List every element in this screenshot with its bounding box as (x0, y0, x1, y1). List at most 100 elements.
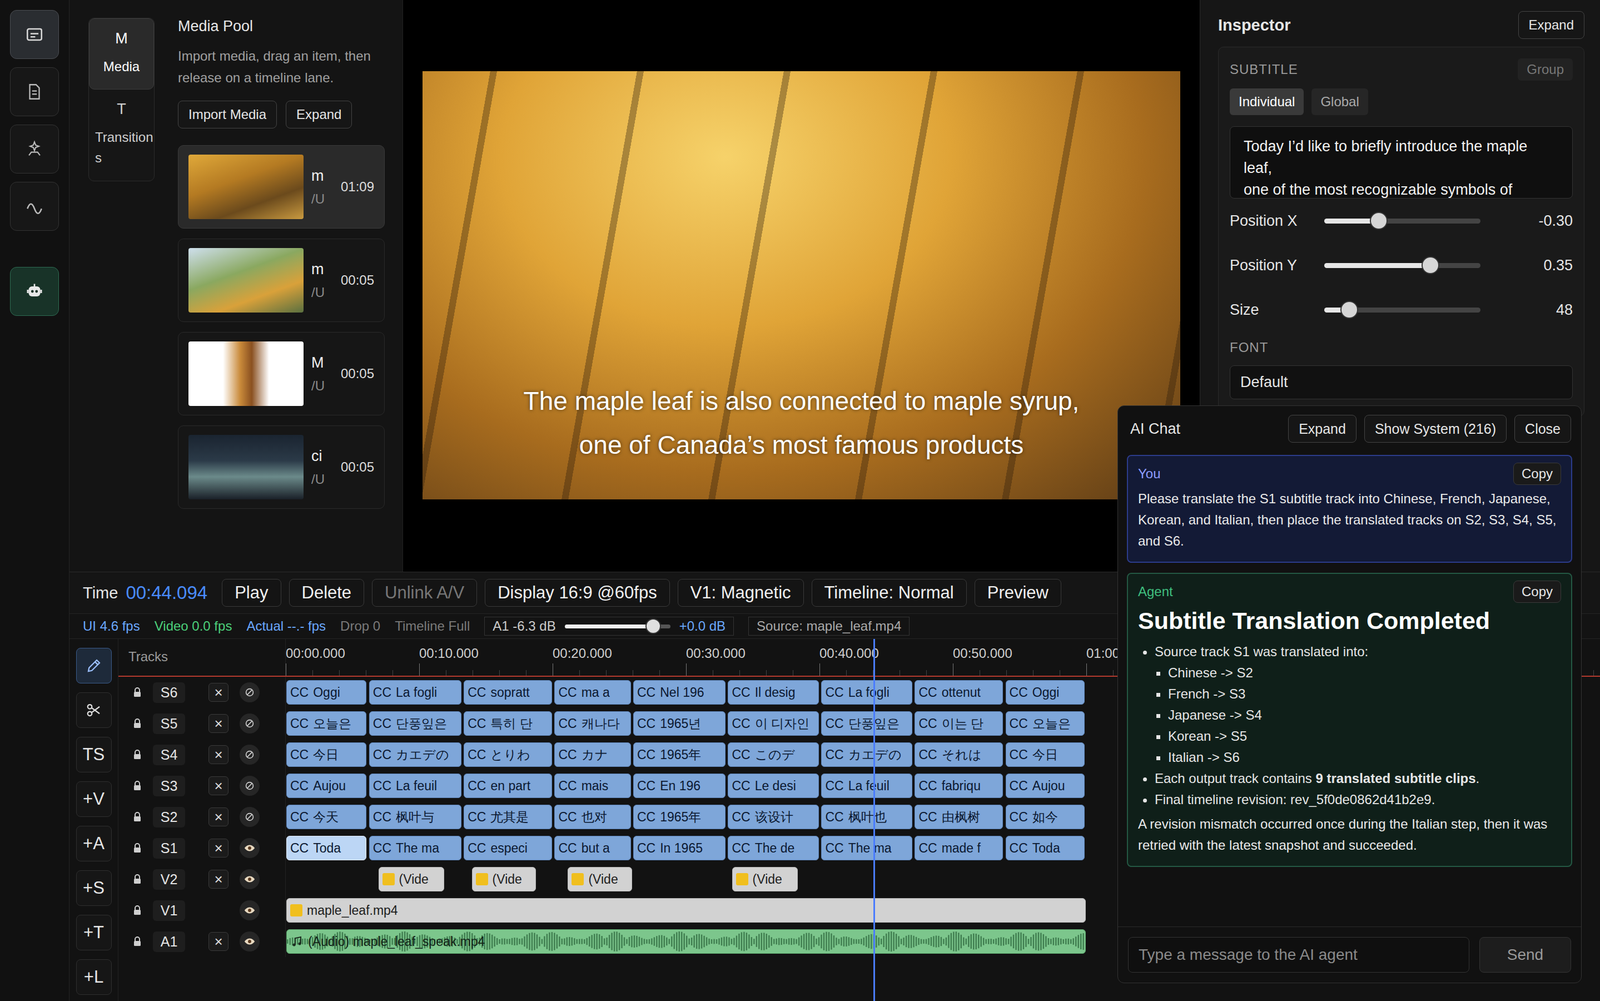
track-name[interactable]: S2 (152, 806, 186, 828)
pencil-tool-button[interactable] (76, 647, 112, 684)
slider[interactable] (1324, 218, 1481, 224)
subtitle-clip[interactable]: CC 단풍잎은 (369, 711, 462, 736)
text-tool-button[interactable]: TS (76, 736, 112, 773)
inspector-expand-button[interactable]: Expand (1518, 11, 1585, 39)
subtitle-clip[interactable]: CC 尤其是 (463, 804, 553, 829)
chat-header-button[interactable]: Show System (216) (1364, 414, 1507, 443)
remove-track-button[interactable]: × (208, 776, 229, 795)
subtitle-clip[interactable]: CC The ma (821, 835, 913, 861)
subtitle-clip[interactable]: CC 이는 단 (914, 711, 1003, 736)
audio-clip[interactable]: (Audio) maple_leaf_speak.mp4 (286, 928, 1086, 954)
visibility-toggle[interactable] (239, 806, 260, 827)
subtitle-clip[interactable]: CC La feuil (369, 773, 462, 798)
subtitle-clip[interactable]: CC Oggi (286, 679, 367, 705)
subtitle-clip[interactable]: CC fabriqu (914, 773, 1003, 798)
remove-track-button[interactable]: × (208, 869, 229, 889)
volume-slider[interactable] (564, 624, 671, 629)
document-rail-button[interactable] (10, 67, 59, 117)
track-name[interactable]: V2 (152, 868, 186, 890)
subtitle-clip[interactable]: CC Oggi (1005, 679, 1085, 705)
visibility-toggle[interactable] (239, 682, 260, 703)
toolbar-button[interactable]: Play (221, 578, 281, 607)
copy-button[interactable]: Copy (1513, 462, 1562, 485)
lock-icon[interactable] (130, 903, 144, 917)
effects-rail-button[interactable] (10, 124, 59, 174)
subtitle-clip[interactable]: CC Nel 196 (633, 679, 726, 705)
subtitle-clip[interactable]: CC 오늘은 (1005, 711, 1085, 736)
subtitle-clip[interactable]: CC 今日 (286, 742, 367, 767)
visibility-toggle[interactable] (239, 868, 260, 889)
text-tool-button[interactable]: +V (76, 781, 112, 817)
curve-rail-button[interactable] (10, 181, 59, 231)
subtitle-clip[interactable]: CC カエデの (369, 742, 462, 767)
subtitle-clip[interactable]: CC 今日 (1005, 742, 1085, 767)
subtitle-clip[interactable]: CC Aujou (1005, 773, 1085, 798)
remove-track-button[interactable]: × (208, 713, 229, 733)
text-tool-button[interactable]: +L (76, 958, 112, 995)
subtitle-clip[interactable]: CC このデ (727, 742, 819, 767)
playhead[interactable] (873, 638, 876, 1001)
visibility-toggle[interactable] (239, 744, 260, 765)
track-name[interactable]: S4 (152, 744, 186, 765)
mode-button[interactable]: Individual (1229, 88, 1304, 116)
media-pool-button[interactable]: Import Media (177, 100, 277, 129)
remove-track-button[interactable]: × (208, 744, 229, 764)
subtitle-clip[interactable]: CC 1965년 (633, 711, 726, 736)
lock-icon[interactable] (130, 685, 144, 699)
subtitle-clip[interactable]: CC Toda (1005, 835, 1085, 861)
toolbar-button[interactable]: Preview (974, 578, 1062, 607)
remove-track-button[interactable]: × (208, 838, 229, 858)
subtitle-clip[interactable]: CC 특히 단 (463, 711, 553, 736)
scissors-tool-button[interactable] (76, 692, 112, 728)
subtitle-clip[interactable]: CC とりわ (463, 742, 553, 767)
toolbar-button[interactable]: Display 16:9 @60fps (484, 578, 670, 607)
remove-track-button[interactable]: × (208, 931, 229, 951)
lock-icon[interactable] (130, 841, 144, 855)
subtitle-clip[interactable]: CC 1965年 (633, 742, 726, 767)
subtitle-clip[interactable]: CC The de (727, 835, 819, 861)
send-button[interactable]: Send (1479, 936, 1572, 973)
remove-track-button[interactable]: × (208, 682, 229, 702)
subtitle-clip[interactable]: CC ottenut (914, 679, 1003, 705)
toolbar-button[interactable]: Timeline: Normal (811, 578, 967, 607)
subtitle-clip[interactable]: CC 캐나다 (554, 711, 631, 736)
subtitle-clip[interactable]: CC sopratt (463, 679, 553, 705)
text-tool-button[interactable]: +T (76, 914, 112, 951)
subtitle-clip[interactable]: CC 오늘은 (286, 711, 367, 736)
video-clip[interactable]: (Vide (567, 866, 633, 892)
video-clip[interactable]: (Vide (471, 866, 537, 892)
visibility-toggle[interactable] (239, 775, 260, 796)
font-select[interactable]: Default (1229, 365, 1573, 400)
chat-header-button[interactable]: Expand (1288, 414, 1357, 443)
slider-knob[interactable] (1369, 211, 1388, 230)
track-name[interactable]: V1 (152, 900, 186, 921)
lock-icon[interactable] (130, 872, 144, 886)
subtitle-clip[interactable]: CC 今天 (286, 804, 367, 829)
media-item[interactable]: m /U 01:09 (177, 145, 385, 229)
track-name[interactable]: S3 (152, 775, 186, 797)
subtitle-clip[interactable]: CC In 1965 (633, 835, 726, 861)
lock-icon[interactable] (130, 934, 144, 948)
subtitle-text-field[interactable]: Today I’d like to briefly introduce the … (1229, 126, 1573, 199)
volume-knob[interactable] (645, 618, 662, 634)
slider[interactable] (1324, 307, 1481, 313)
toolbar-button[interactable]: V1: Magnetic (677, 578, 804, 607)
lock-icon[interactable] (130, 747, 144, 762)
media-tab[interactable]: M Media (88, 18, 154, 90)
subtitle-clip[interactable]: CC En 196 (633, 773, 726, 798)
slider[interactable] (1324, 262, 1481, 268)
subtitle-clip[interactable]: CC 也对 (554, 804, 631, 829)
subtitle-clip[interactable]: CC made f (914, 835, 1003, 861)
agent-rail-button[interactable] (10, 266, 59, 316)
lock-icon[interactable] (130, 716, 144, 730)
subtitle-clip[interactable]: CC カエデの (821, 742, 913, 767)
subtitle-clip[interactable]: CC The ma (369, 835, 462, 861)
subtitle-clip[interactable]: CC 이 디자인 (727, 711, 819, 736)
media-item[interactable]: M /U 00:05 (177, 331, 385, 416)
subtitle-clip[interactable]: CC en part (463, 773, 553, 798)
captions-rail-button[interactable] (10, 10, 59, 59)
video-clip[interactable]: (Vide (378, 866, 445, 892)
subtitle-clip[interactable]: CC mais (554, 773, 631, 798)
subtitle-overlay[interactable]: The maple leaf is also connected to mapl… (422, 379, 1181, 467)
group-button[interactable]: Group (1517, 58, 1573, 81)
